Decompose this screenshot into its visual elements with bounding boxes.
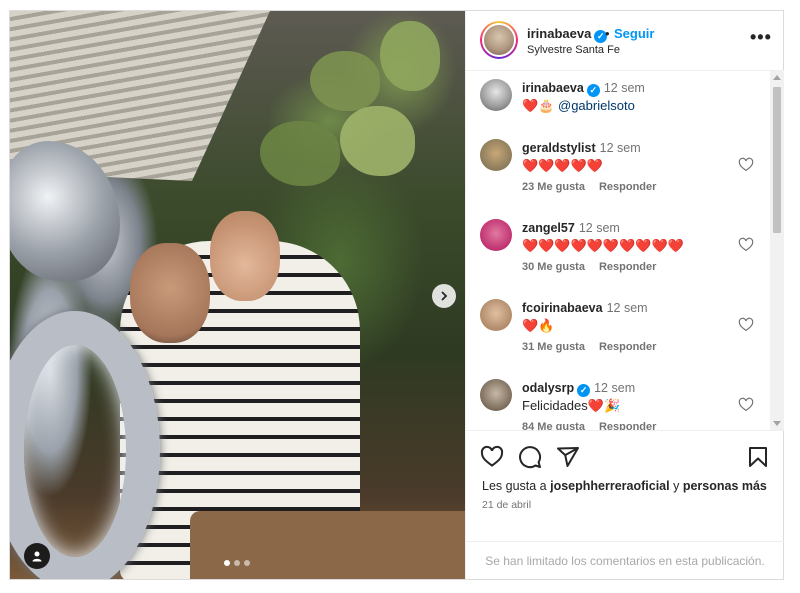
- comments-scrollbar[interactable]: [770, 71, 784, 430]
- comment-likes[interactable]: 30 Me gusta: [522, 261, 585, 273]
- post-photo[interactable]: [10, 11, 465, 579]
- post-side-panel: irinabaeva ✓ • Seguir Sylvestre Santa Fe …: [465, 11, 784, 579]
- comment-username[interactable]: odalysrp ✓ 12 sem: [522, 381, 635, 397]
- photo-leaf: [310, 51, 380, 111]
- user-tag-icon: [32, 551, 42, 562]
- comments-limited-notice: Se han limitado los comentarios en esta …: [466, 541, 784, 579]
- user-tag-button[interactable]: [24, 543, 50, 569]
- post-date[interactable]: 21 de abril: [482, 499, 531, 511]
- photo-leaf: [340, 106, 415, 176]
- comment-list[interactable]: irinabaeva ✓ 12 sem ❤️🎂 @gabrielsoto geral…: [466, 71, 784, 430]
- photo-person-head: [210, 211, 280, 301]
- post-header: irinabaeva ✓ • Seguir Sylvestre Santa Fe …: [466, 11, 784, 71]
- photo-leaf: [260, 121, 340, 186]
- reply-button[interactable]: Responder: [599, 181, 656, 193]
- scroll-thumb[interactable]: [773, 87, 781, 233]
- carousel-dot: [244, 560, 250, 566]
- photo-leaf: [380, 21, 440, 91]
- comment-likes[interactable]: 23 Me gusta: [522, 181, 585, 193]
- caption-emoji: ❤️🎂: [522, 98, 555, 113]
- comment-likes[interactable]: 31 Me gusta: [522, 341, 585, 353]
- more-options-icon[interactable]: •••: [750, 27, 772, 48]
- share-icon[interactable]: [556, 445, 580, 469]
- comment-username[interactable]: fcoirinabaeva 12 sem: [522, 301, 648, 315]
- comment-meta: 84 Me gusta Responder: [522, 421, 670, 430]
- comment-item: fcoirinabaeva 12 sem ❤️🔥 31 Me gusta Respo…: [480, 299, 760, 359]
- comment-time: 12 sem: [594, 381, 636, 395]
- avatar[interactable]: [480, 219, 512, 251]
- reply-button[interactable]: Responder: [599, 261, 656, 273]
- scroll-up-arrow[interactable]: [773, 75, 781, 80]
- comment-text: Felicidades❤️🎉: [522, 398, 621, 413]
- post-actions: Les gusta a josephherreraoficial y perso…: [466, 430, 784, 541]
- carousel-dot: [224, 560, 230, 566]
- avatar[interactable]: [480, 79, 512, 111]
- carousel-next-button[interactable]: [432, 284, 456, 308]
- heart-outline-icon[interactable]: [738, 317, 754, 333]
- comment-meta: 30 Me gusta Responder: [522, 261, 670, 273]
- comment-time: 12 sem: [578, 221, 620, 235]
- comment-time: 12 sem: [603, 81, 645, 95]
- scroll-down-arrow[interactable]: [773, 421, 781, 426]
- author-username[interactable]: irinabaeva ✓: [527, 26, 608, 43]
- caption: irinabaeva ✓ 12 sem ❤️🎂 @gabrielsoto: [480, 79, 760, 119]
- comment-meta: 23 Me gusta Responder: [522, 181, 670, 193]
- liker-username[interactable]: josephherreraoficial: [550, 479, 670, 493]
- likes-others-link[interactable]: personas más: [683, 479, 767, 493]
- heart-outline-icon[interactable]: [738, 397, 754, 413]
- heart-outline-icon[interactable]: [738, 157, 754, 173]
- avatar[interactable]: [480, 299, 512, 331]
- comment-time: 12 sem: [606, 301, 648, 315]
- avatar[interactable]: [480, 139, 512, 171]
- avatar[interactable]: [480, 21, 518, 59]
- comment-icon[interactable]: [518, 445, 542, 469]
- header-separator: •: [605, 26, 610, 41]
- comment-item: geraldstylist 12 sem ❤️❤️❤️❤️❤️ 23 Me gus…: [480, 139, 760, 199]
- comment-username[interactable]: irinabaeva ✓ 12 sem: [522, 81, 645, 97]
- comment-time: 12 sem: [599, 141, 641, 155]
- comment-text: ❤️🔥: [522, 318, 555, 333]
- caption-text: ❤️🎂 @gabrielsoto: [522, 98, 635, 114]
- comment-item: zangel57 12 sem ❤️❤️❤️❤️❤️❤️❤️❤️❤️❤️ 30 M…: [480, 219, 760, 279]
- photo-table: [190, 511, 465, 579]
- avatar[interactable]: [480, 379, 512, 411]
- verified-badge-icon: ✓: [586, 84, 600, 97]
- comment-username[interactable]: zangel57 12 sem: [522, 221, 620, 235]
- heart-outline-icon[interactable]: [480, 445, 504, 469]
- follow-button[interactable]: Seguir: [614, 26, 654, 41]
- carousel-dots: [224, 560, 250, 566]
- carousel-dot: [234, 560, 240, 566]
- verified-badge-icon: ✓: [577, 384, 591, 397]
- comment-meta: 31 Me gusta Responder: [522, 341, 670, 353]
- post-dialog: irinabaeva ✓ • Seguir Sylvestre Santa Fe …: [9, 10, 784, 580]
- photo-person-head: [130, 243, 210, 343]
- reply-button[interactable]: Responder: [599, 421, 656, 430]
- comment-text: ❤️❤️❤️❤️❤️❤️❤️❤️❤️❤️: [522, 238, 684, 253]
- comment-username[interactable]: geraldstylist 12 sem: [522, 141, 641, 155]
- reply-button[interactable]: Responder: [599, 341, 656, 353]
- heart-outline-icon[interactable]: [738, 237, 754, 253]
- comment-item: odalysrp ✓ 12 sem Felicidades❤️🎉 84 Me gus…: [480, 379, 760, 430]
- post-location[interactable]: Sylvestre Santa Fe: [527, 44, 620, 56]
- comment-likes[interactable]: 84 Me gusta: [522, 421, 585, 430]
- chevron-right-icon: [441, 291, 448, 301]
- mention-link[interactable]: @gabrielsoto: [558, 98, 635, 113]
- comment-text: ❤️❤️❤️❤️❤️: [522, 158, 603, 173]
- bookmark-icon[interactable]: [746, 445, 770, 469]
- likes-summary: Les gusta a josephherreraoficial y perso…: [482, 479, 767, 493]
